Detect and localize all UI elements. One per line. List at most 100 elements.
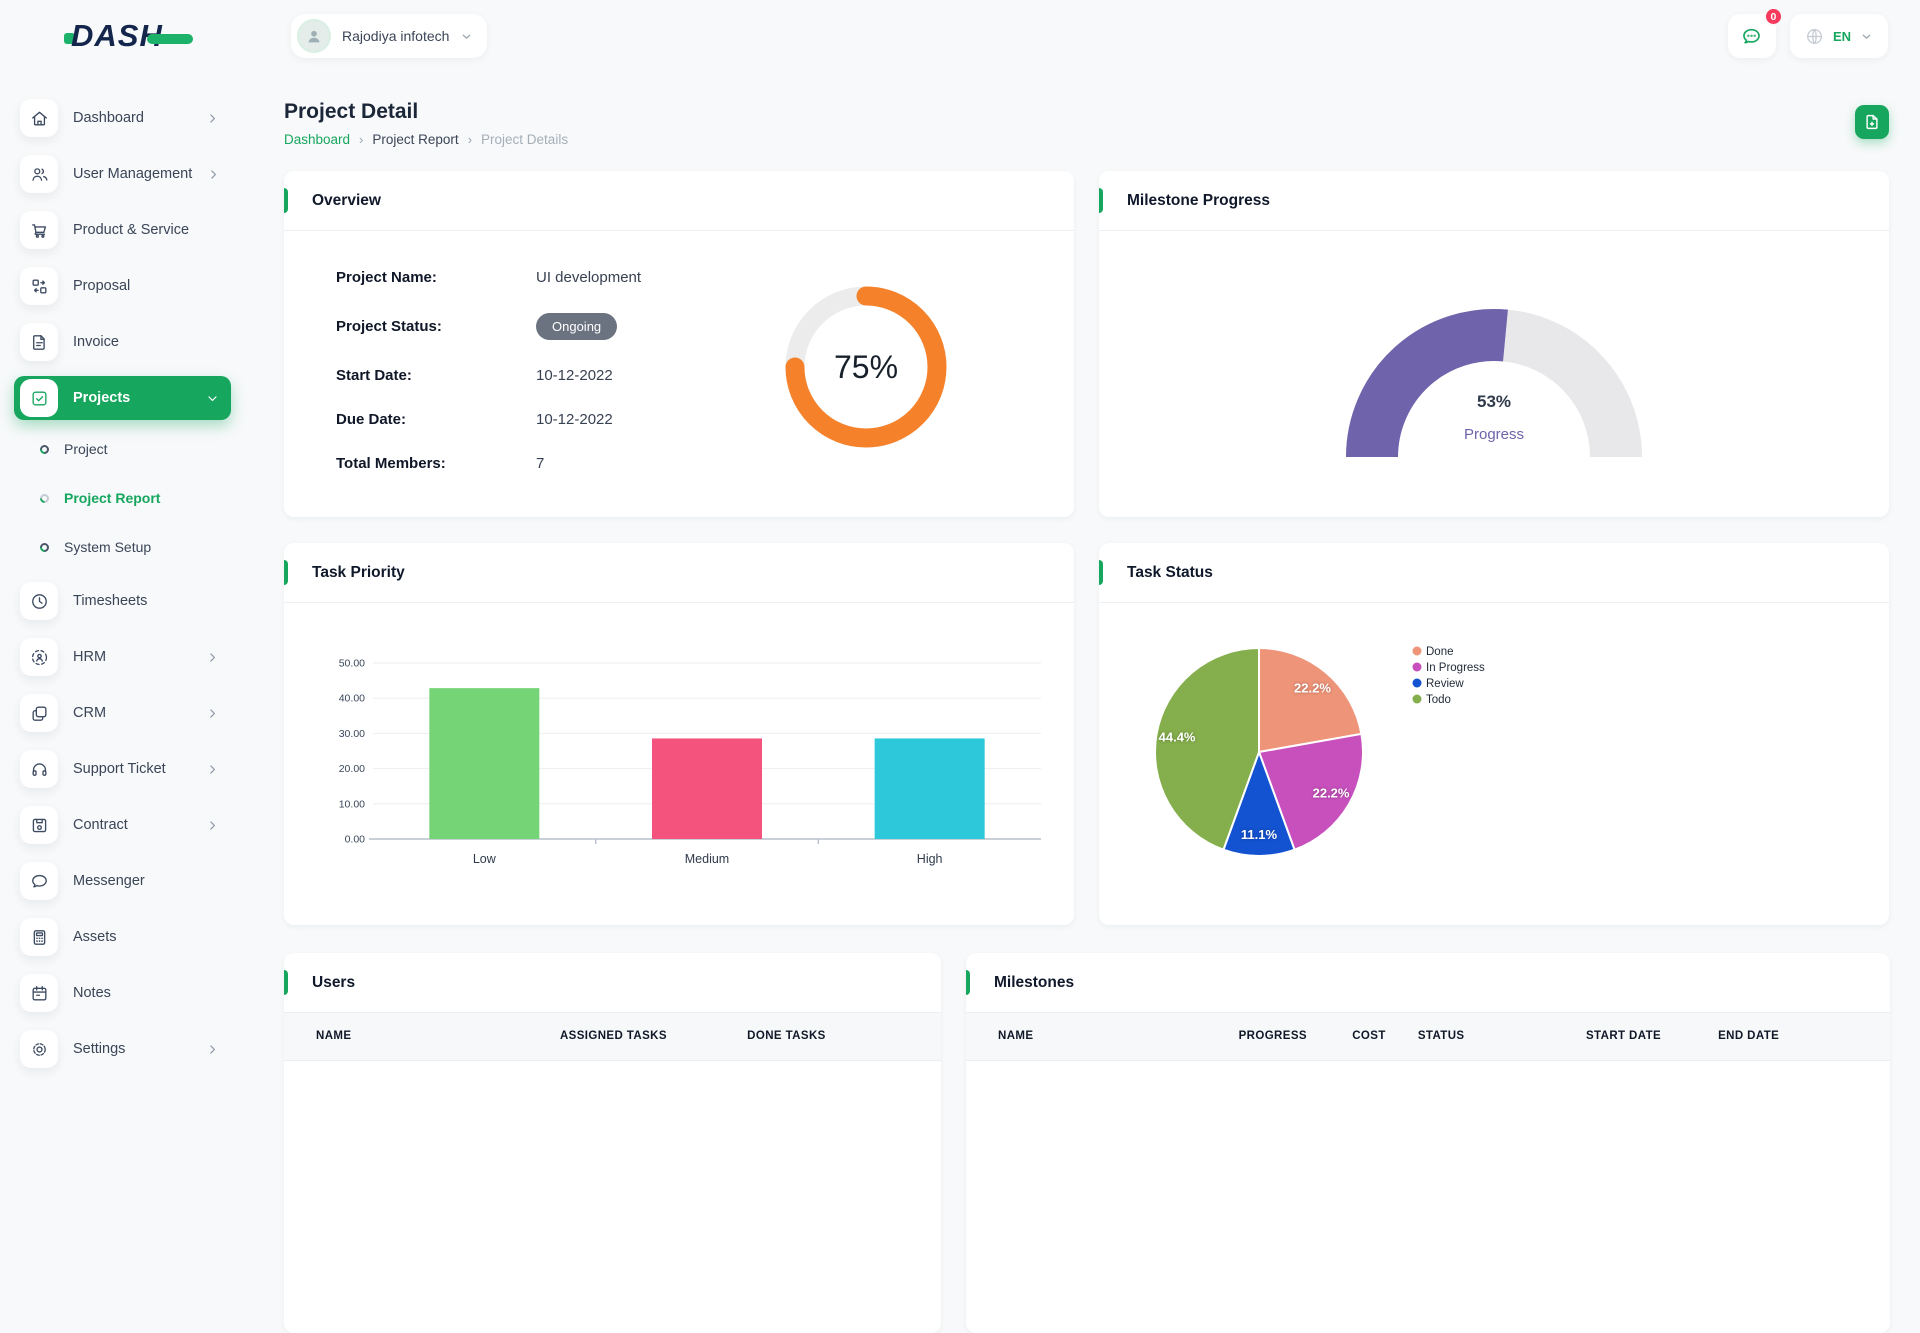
column-header-done-tasks: DONE TASKS (747, 1013, 941, 1060)
sidebar-item-product-service[interactable]: Product & Service (14, 208, 231, 252)
chevron-down-icon (206, 392, 219, 405)
floppy-icon-box (20, 806, 58, 844)
overview-field-value: 7 (536, 455, 544, 472)
calendar-icon-box (20, 974, 58, 1012)
chevron-right-icon (206, 112, 219, 125)
export-report-button[interactable] (1855, 105, 1889, 139)
card-title-milestones: Milestones (994, 974, 1074, 992)
svg-text:22.2%: 22.2% (1294, 680, 1331, 695)
overview-field-label: Due Date: (336, 411, 536, 428)
project-completion-donut: 75% (776, 277, 956, 457)
breadcrumb-separator: › (468, 132, 472, 147)
svg-text:10.00: 10.00 (339, 798, 365, 810)
sidebar-item-label: Assets (73, 929, 117, 945)
sidebar-item-label: Messenger (73, 873, 145, 889)
overview-field-label: Project Name: (336, 269, 536, 286)
chevron-down-icon (206, 392, 219, 405)
sidebar-item-label: Invoice (73, 334, 119, 350)
chevron-right-icon (206, 763, 219, 776)
sidebar-item-assets[interactable]: Assets (14, 915, 231, 959)
milestones-card: Milestones NAMEPROGRESSCOSTSTATUSSTART D… (966, 953, 1890, 1333)
sidebar-subitem-system-setup[interactable]: System Setup (40, 527, 231, 567)
sidebar-item-timesheets[interactable]: Timesheets (14, 579, 231, 623)
svg-text:22.2%: 22.2% (1313, 786, 1350, 801)
company-avatar (297, 19, 331, 53)
sidebar-item-label: CRM (73, 705, 106, 721)
sidebar-item-invoice[interactable]: Invoice (14, 320, 231, 364)
main-content: Project Detail Dashboard › Project Report ›… (245, 72, 1920, 1080)
chevron-right-icon (206, 819, 219, 832)
sidebar-subitem-project[interactable]: Project (40, 429, 231, 469)
sidebar-item-user-management[interactable]: User Management (14, 152, 231, 196)
overview-field-row: Total Members:7 (336, 455, 766, 472)
card-title-task-status: Task Status (1127, 564, 1213, 582)
sidebar-item-label: Dashboard (73, 110, 144, 126)
sidebar-item-projects[interactable]: Projects (14, 376, 231, 420)
milestones-table: NAMEPROGRESSCOSTSTATUSSTART DATEEND DATE (966, 1013, 1890, 1061)
sidebar-item-notes[interactable]: Notes (14, 971, 231, 1015)
sidebar-item-proposal[interactable]: Proposal (14, 264, 231, 308)
check-square-icon (30, 389, 49, 408)
breadcrumb-item-project-report[interactable]: Project Report (372, 132, 458, 147)
company-selector[interactable]: Rajodiya infotech (291, 14, 487, 58)
sidebar-item-contract[interactable]: Contract (14, 803, 231, 847)
sidebar-item-messenger[interactable]: Messenger (14, 859, 231, 903)
sidebar-item-support-ticket[interactable]: Support Ticket (14, 747, 231, 791)
sidebar-item-hrm[interactable]: HRM (14, 635, 231, 679)
topbar: Rajodiya infotech 0 EN (245, 0, 1920, 72)
svg-text:11.1%: 11.1% (1241, 827, 1278, 842)
clock-icon (30, 592, 49, 611)
svg-text:Low: Low (473, 852, 497, 866)
messages-button[interactable]: 0 (1728, 14, 1776, 58)
sidebar-item-settings[interactable]: Settings (14, 1027, 231, 1071)
svg-text:0.00: 0.00 (345, 834, 366, 846)
gauge-value-label: 53% (1329, 392, 1659, 412)
task-priority-bar-chart: 0.0010.0020.0030.0040.0050.00LowMediumHi… (284, 603, 1074, 925)
column-header-status: STATUS (1418, 1013, 1586, 1060)
sidebar-item-crm[interactable]: CRM (14, 691, 231, 735)
users-icon-box (20, 155, 58, 193)
language-label: EN (1833, 29, 1851, 44)
calendar-icon (30, 984, 49, 1003)
chevron-down-icon (1860, 30, 1873, 43)
page-title: Project Detail (284, 100, 568, 124)
overlap-squares-icon (30, 704, 49, 723)
chat-bubble-icon (1741, 26, 1762, 47)
app-logo[interactable]: DASH (0, 0, 245, 72)
overview-field-row: Start Date:10-12-2022 (336, 367, 766, 384)
milestone-progress-card: Milestone Progress 53% Progress (1099, 171, 1889, 517)
breadcrumb: Dashboard › Project Report › Project Details (284, 132, 568, 147)
sidebar-item-dashboard[interactable]: Dashboard (14, 96, 231, 140)
sidebar: DASH Dashboard User Management Product & S… (0, 0, 245, 1080)
overview-field-label: Project Status: (336, 318, 536, 335)
breadcrumb-item-dashboard[interactable]: Dashboard (284, 132, 350, 147)
breadcrumb-item-project-details: Project Details (481, 132, 568, 147)
file-export-icon (1863, 113, 1881, 131)
language-selector[interactable]: EN (1790, 14, 1888, 58)
svg-text:Review: Review (1426, 678, 1464, 690)
chat-icon (30, 872, 49, 891)
card-title-users: Users (312, 974, 355, 992)
gear-icon (30, 1040, 49, 1059)
bullet-icon (38, 443, 51, 456)
task-priority-card: Task Priority 0.0010.0020.0030.0040.0050… (284, 543, 1074, 925)
sidebar-subitem-project-report[interactable]: Project Report (40, 478, 231, 518)
breadcrumb-separator: › (359, 132, 363, 147)
swap-boxes-icon-box (20, 267, 58, 305)
card-title-overview: Overview (312, 192, 381, 210)
cart-icon-box (20, 211, 58, 249)
check-square-icon-box (20, 379, 58, 417)
overview-field-row: Due Date:10-12-2022 (336, 411, 766, 428)
sidebar-item-label: Timesheets (73, 593, 147, 609)
svg-text:Todo: Todo (1426, 694, 1451, 706)
column-header-assigned-tasks: ASSIGNED TASKS (560, 1013, 747, 1060)
gauge-sublabel: Progress (1329, 426, 1659, 443)
globe-icon (1805, 27, 1824, 46)
table-header-row: NAMEASSIGNED TASKSDONE TASKS (284, 1013, 941, 1060)
chevron-right-icon (206, 1043, 219, 1056)
bullet-icon (38, 541, 51, 554)
chevron-down-icon (460, 30, 473, 43)
chevron-right-icon (207, 168, 220, 181)
headset-icon (30, 760, 49, 779)
chevron-right-icon (206, 707, 219, 720)
